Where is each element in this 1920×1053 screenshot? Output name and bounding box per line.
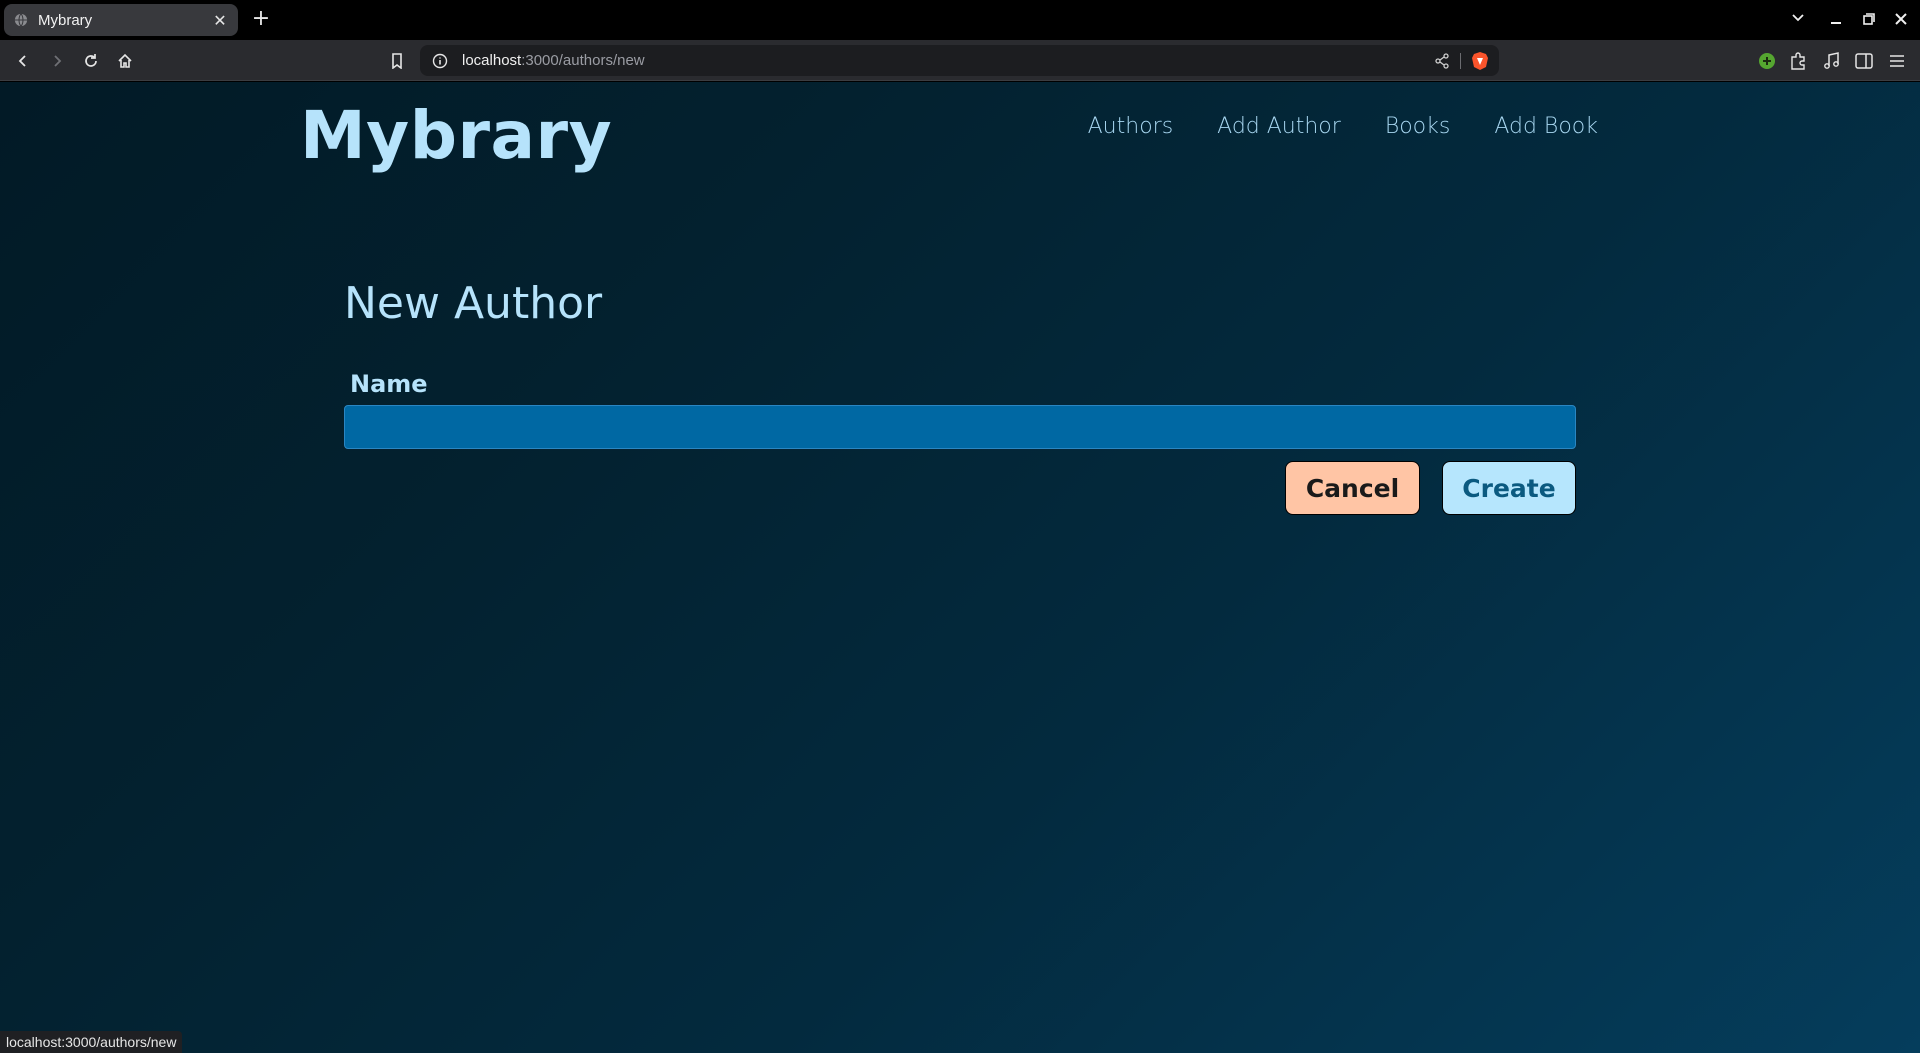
media-music-icon[interactable] [1818,48,1844,74]
divider [1460,53,1461,69]
tab-title: Mybrary [38,11,93,29]
new-tab-button[interactable]: + [250,8,272,30]
bookmark-icon[interactable] [384,48,410,74]
tab-strip: Mybrary ✕ + [0,0,1920,40]
tab-list-dropdown-icon[interactable] [1786,8,1810,32]
extension-plus-icon[interactable] [1754,48,1780,74]
browser-tab[interactable]: Mybrary ✕ [4,4,238,36]
nav-add-author[interactable]: Add Author [1217,114,1341,139]
address-bar[interactable]: localhost:3000/authors/new [420,45,1499,76]
status-bar-url: localhost:3000/authors/new [0,1031,183,1053]
menu-hamburger-icon[interactable] [1884,48,1910,74]
site-logo[interactable]: Mybrary [300,97,612,174]
extensions-puzzle-icon[interactable] [1785,48,1811,74]
tab-close-icon[interactable]: ✕ [212,11,228,30]
url-path: :3000/authors/new [521,52,645,69]
nav-books[interactable]: Books [1385,114,1451,139]
globe-icon [14,13,28,27]
minimize-icon[interactable] [1824,8,1848,32]
page-title: New Author [344,278,603,329]
back-icon[interactable] [10,48,36,74]
name-label: Name [350,370,428,398]
share-icon[interactable] [1434,53,1450,69]
home-icon[interactable] [112,48,138,74]
cancel-button[interactable]: Cancel [1285,461,1420,515]
create-button[interactable]: Create [1442,461,1576,515]
name-input[interactable] [344,405,1576,449]
page-content: Mybrary Authors Add Author Books Add Boo… [0,82,1920,1053]
window-close-icon[interactable] [1889,8,1913,32]
site-info-icon[interactable] [432,53,448,69]
reload-icon[interactable] [78,48,104,74]
brave-shield-icon[interactable] [1471,51,1489,71]
restore-icon[interactable] [1857,8,1881,32]
sidebar-icon[interactable] [1851,48,1877,74]
url-host: localhost [462,52,522,69]
browser-toolbar: localhost:3000/authors/new [0,40,1920,81]
forward-icon[interactable] [44,48,70,74]
nav-add-book[interactable]: Add Book [1494,114,1598,139]
main-nav: Authors Add Author Books Add Book [1088,114,1598,139]
nav-authors[interactable]: Authors [1088,114,1174,139]
